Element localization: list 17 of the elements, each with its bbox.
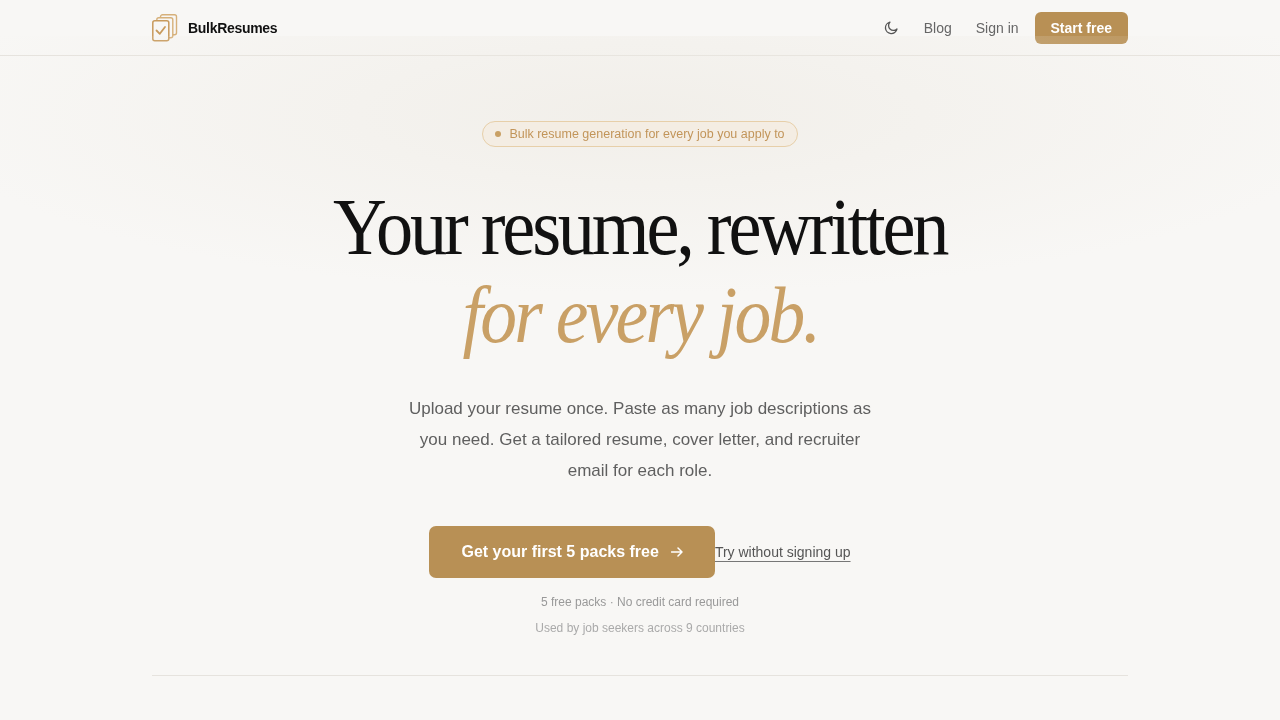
nav-link[interactable]: Blog (923, 19, 952, 36)
no-credit-card-note: 5 free packs · No credit card required (540, 595, 740, 609)
start-free-button[interactable]: Start free (1034, 11, 1128, 44)
status-dot-icon (495, 131, 502, 137)
get-started-button[interactable]: Get your first 5 packs free (429, 526, 715, 578)
badge-text: Bulk resume generation for every job you apply to (509, 127, 785, 141)
stacked-documents-check-icon (152, 13, 178, 42)
hero-description: Upload your resume once. Paste as many job descriptions as you need. Get a tailored resume, cover letter, and recruiter email for each role. (407, 398, 873, 482)
arrow-right-icon (670, 547, 683, 557)
social-proof-text: Used by job seekers across 9 countries (535, 621, 745, 635)
moon-icon (884, 20, 900, 35)
theme-toggle-button[interactable] (883, 19, 900, 36)
hero-headline: Your resume, rewritten (333, 183, 947, 271)
nav-link[interactable]: Sign in (975, 19, 1019, 36)
hero-headline-accent: for every job. (462, 271, 818, 359)
brand-name[interactable]: BulkResumes (188, 19, 278, 36)
try-without-signing-up-link[interactable]: Try without signing up (714, 544, 851, 560)
